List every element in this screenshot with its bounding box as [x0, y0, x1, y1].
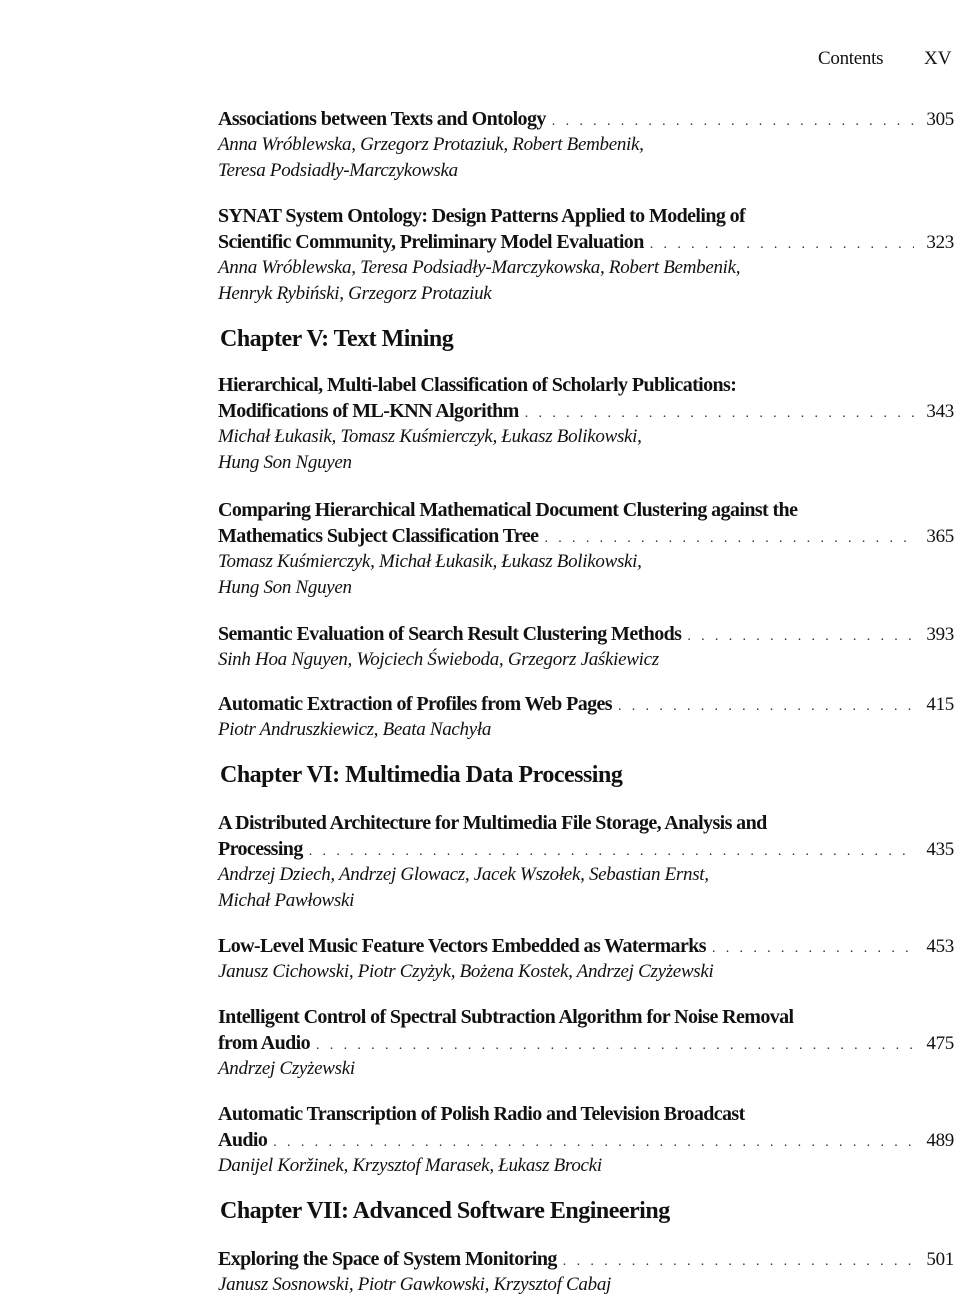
- toc-entry-title[interactable]: Associations between Texts and Ontology …: [218, 106, 954, 132]
- page-number: XV: [924, 48, 952, 69]
- toc-entry-title[interactable]: from Audio 475: [218, 1030, 954, 1056]
- entry-page-number: 435: [926, 839, 954, 860]
- entry-page-number: 365: [926, 526, 954, 547]
- chapter-heading: Chapter V: Text Mining: [220, 326, 454, 352]
- toc-entry-title[interactable]: Exploring the Space of System Monitoring…: [218, 1246, 954, 1272]
- chapter-heading: Chapter VII: Advanced Software Engineeri…: [220, 1198, 670, 1224]
- entry-authors: Hung Son Nguyen: [218, 577, 352, 598]
- entry-authors: Danijel Koržinek, Krzysztof Marasek, Łuk…: [218, 1155, 602, 1176]
- running-header: Contents XV: [0, 48, 960, 74]
- entry-title-text: Associations between Texts and Ontology: [218, 108, 546, 130]
- entry-authors: Anna Wróblewska, Grzegorz Protaziuk, Rob…: [218, 134, 644, 155]
- toc-entry-title[interactable]: Automatic Extraction of Profiles from We…: [218, 691, 954, 717]
- toc-entry-title[interactable]: Processing 435: [218, 836, 954, 862]
- entry-title-text: Semantic Evaluation of Search Result Clu…: [218, 623, 682, 645]
- toc-entry-title[interactable]: Hierarchical, Multi-label Classification…: [218, 372, 954, 398]
- toc-entry-title[interactable]: Mathematics Subject Classification Tree …: [218, 523, 954, 549]
- toc-entry-title[interactable]: Intelligent Control of Spectral Subtract…: [218, 1004, 954, 1030]
- entry-authors: Tomasz Kuśmierczyk, Michał Łukasik, Łuka…: [218, 551, 642, 572]
- entry-authors: Sinh Hoa Nguyen, Wojciech Świeboda, Grze…: [218, 649, 659, 670]
- chapter-heading: Chapter VI: Multimedia Data Processing: [220, 762, 623, 788]
- entry-title-text: Scientific Community, Preliminary Model …: [218, 231, 644, 253]
- entry-title-text: Audio: [218, 1129, 268, 1151]
- entry-title-text: from Audio: [218, 1032, 311, 1054]
- entry-page-number: 305: [926, 109, 954, 130]
- entry-page-number: 393: [926, 624, 954, 645]
- toc-entry-title[interactable]: Comparing Hierarchical Mathematical Docu…: [218, 497, 954, 523]
- entry-authors: Andrzej Dziech, Andrzej Glowacz, Jacek W…: [218, 864, 709, 885]
- entry-authors: Andrzej Czyżewski: [218, 1058, 355, 1079]
- entry-title-text: Mathematics Subject Classification Tree: [218, 525, 539, 547]
- entry-title-text: Exploring the Space of System Monitoring: [218, 1248, 557, 1270]
- entry-page-number: 475: [926, 1033, 954, 1054]
- entry-authors: Teresa Podsiadły-Marczykowska: [218, 160, 458, 181]
- entry-title-text: Low-Level Music Feature Vectors Embedded…: [218, 935, 707, 957]
- toc-entry-title[interactable]: A Distributed Architecture for Multimedi…: [218, 810, 954, 836]
- entry-title-text: Processing: [218, 838, 303, 860]
- toc-entry-title[interactable]: Scientific Community, Preliminary Model …: [218, 229, 954, 255]
- entry-authors: Anna Wróblewska, Teresa Podsiadły-Marczy…: [218, 257, 741, 278]
- toc-entry-title[interactable]: Automatic Transcription of Polish Radio …: [218, 1101, 954, 1127]
- entry-page-number: 415: [926, 694, 954, 715]
- entry-authors: Michał Pawłowski: [218, 890, 355, 911]
- running-header-label: Contents: [818, 48, 884, 69]
- entry-title-text: Automatic Extraction of Profiles from We…: [218, 693, 613, 715]
- entry-authors: Hung Son Nguyen: [218, 452, 352, 473]
- entry-page-number: 501: [926, 1249, 954, 1270]
- entry-authors: Piotr Andruszkiewicz, Beata Nachyła: [218, 719, 492, 740]
- entry-page-number: 453: [926, 936, 954, 957]
- toc-entry-title[interactable]: Modifications of ML-KNN Algorithm 343: [218, 398, 954, 424]
- entry-page-number: 323: [926, 232, 954, 253]
- entry-authors: Henryk Rybiński, Grzegorz Protaziuk: [218, 283, 492, 304]
- toc-entry-title[interactable]: Audio 489: [218, 1127, 954, 1153]
- entry-title-text: Modifications of ML-KNN Algorithm: [218, 400, 519, 422]
- toc-page: Contents XV Associations between Texts a…: [0, 0, 960, 1300]
- entry-authors: Janusz Cichowski, Piotr Czyżyk, Bożena K…: [218, 961, 714, 982]
- entry-page-number: 343: [926, 401, 954, 422]
- toc-entry-title[interactable]: Semantic Evaluation of Search Result Clu…: [218, 621, 954, 647]
- toc-entry-title[interactable]: SYNAT System Ontology: Design Patterns A…: [218, 203, 954, 229]
- toc-entry-title[interactable]: Low-Level Music Feature Vectors Embedded…: [218, 933, 954, 959]
- entry-authors: Janusz Sosnowski, Piotr Gawkowski, Krzys…: [218, 1274, 611, 1295]
- entry-page-number: 489: [926, 1130, 954, 1151]
- entry-authors: Michał Łukasik, Tomasz Kuśmierczyk, Łuka…: [218, 426, 642, 447]
